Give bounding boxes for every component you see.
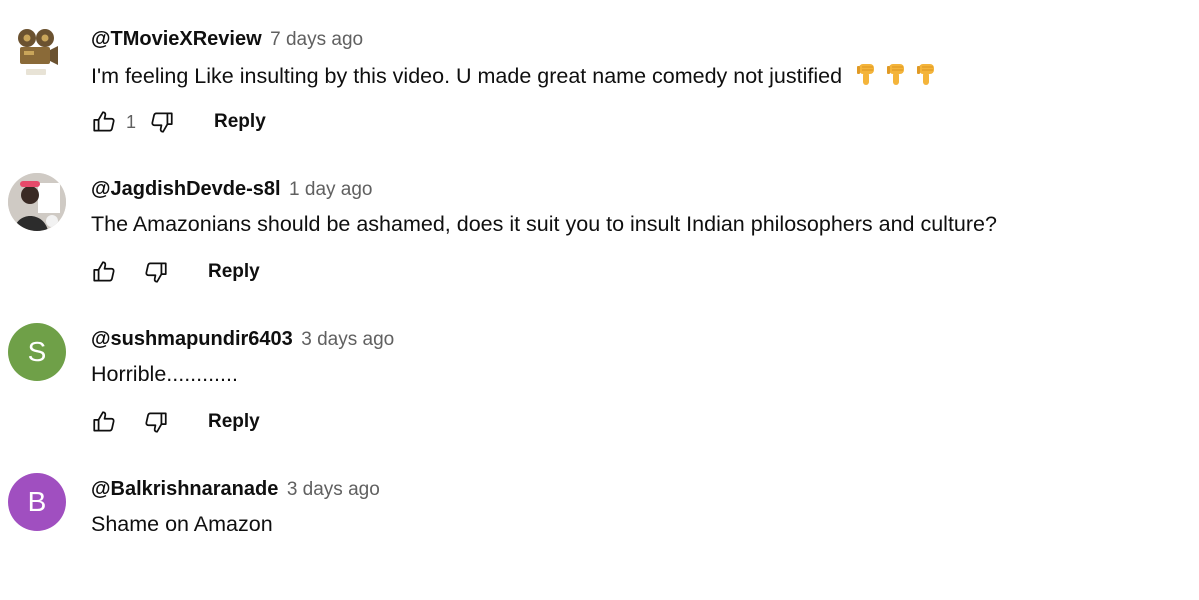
comment-item: @JagdishDevde-s8l 1 day ago The Amazonia… bbox=[0, 150, 1199, 300]
like-count: 1 bbox=[126, 111, 137, 132]
dislike-button[interactable] bbox=[140, 256, 172, 288]
comment-header: @Balkrishnaranade 3 days ago bbox=[91, 477, 380, 503]
dislike-button[interactable] bbox=[146, 106, 178, 138]
emoji-group bbox=[854, 61, 944, 93]
like-button[interactable] bbox=[88, 106, 120, 138]
avatar-letter: S bbox=[27, 336, 47, 367]
comment-item: @TMovieXReview 7 days ago I'm feeling Li… bbox=[0, 0, 1199, 150]
comment-text: The Amazonians should be ashamed, does i… bbox=[91, 212, 997, 236]
thumbs-up-icon bbox=[93, 261, 115, 282]
thumbs-down-emoji bbox=[887, 64, 905, 85]
comment-actions: 1 Reply bbox=[88, 106, 266, 138]
like-button[interactable] bbox=[88, 256, 120, 288]
comment-author[interactable]: @sushmapundir6403 bbox=[91, 328, 293, 350]
thumbs-up-icon bbox=[93, 411, 115, 432]
comment-text-content: I'm feeling Like insulting by this video… bbox=[91, 64, 843, 88]
comment-time[interactable]: 1 day ago bbox=[289, 179, 372, 200]
comment-header: @JagdishDevde-s8l 1 day ago bbox=[91, 177, 373, 203]
comment-item: B @Balkrishnaranade 3 days ago Shame on … bbox=[0, 450, 1199, 600]
comment-text: Horrible............ bbox=[91, 362, 238, 386]
comment-text: I'm feeling Like insulting by this video… bbox=[91, 61, 944, 93]
comment-header: @TMovieXReview 7 days ago bbox=[91, 27, 363, 53]
comment-text: Shame on Amazon bbox=[91, 512, 273, 536]
reply-button[interactable]: Reply bbox=[208, 261, 260, 283]
thumbs-down-emoji bbox=[917, 64, 935, 85]
comment-header: @sushmapundir6403 3 days ago bbox=[91, 327, 394, 353]
thumbs-down-icon bbox=[145, 412, 167, 433]
avatar[interactable] bbox=[8, 173, 66, 231]
thumbs-down-icon bbox=[145, 262, 167, 283]
photo-avatar-icon bbox=[8, 173, 66, 231]
comment-time[interactable]: 7 days ago bbox=[270, 29, 363, 50]
reply-button[interactable]: Reply bbox=[214, 111, 266, 133]
reply-button[interactable]: Reply bbox=[208, 411, 260, 433]
movie-camera-icon bbox=[18, 29, 58, 75]
comment-actions: Reply bbox=[88, 256, 260, 288]
comment-author[interactable]: @Balkrishnaranade bbox=[91, 478, 278, 500]
comment-author[interactable]: @TMovieXReview bbox=[91, 28, 262, 50]
avatar-letter: B bbox=[27, 486, 47, 517]
comment-item: S @sushmapundir6403 3 days ago Horrible.… bbox=[0, 300, 1199, 450]
comment-actions: Reply bbox=[88, 406, 260, 438]
comment-time[interactable]: 3 days ago bbox=[301, 329, 394, 350]
dislike-button[interactable] bbox=[140, 406, 172, 438]
avatar[interactable] bbox=[8, 23, 66, 81]
avatar[interactable]: S bbox=[8, 323, 66, 381]
avatar[interactable]: B bbox=[8, 473, 66, 531]
comment-time[interactable]: 3 days ago bbox=[287, 479, 380, 500]
thumbs-down-icon bbox=[151, 112, 173, 133]
comment-author[interactable]: @JagdishDevde-s8l bbox=[91, 178, 281, 200]
thumbs-up-icon bbox=[93, 111, 115, 132]
like-button[interactable] bbox=[88, 406, 120, 438]
thumbs-down-emoji bbox=[857, 64, 875, 85]
